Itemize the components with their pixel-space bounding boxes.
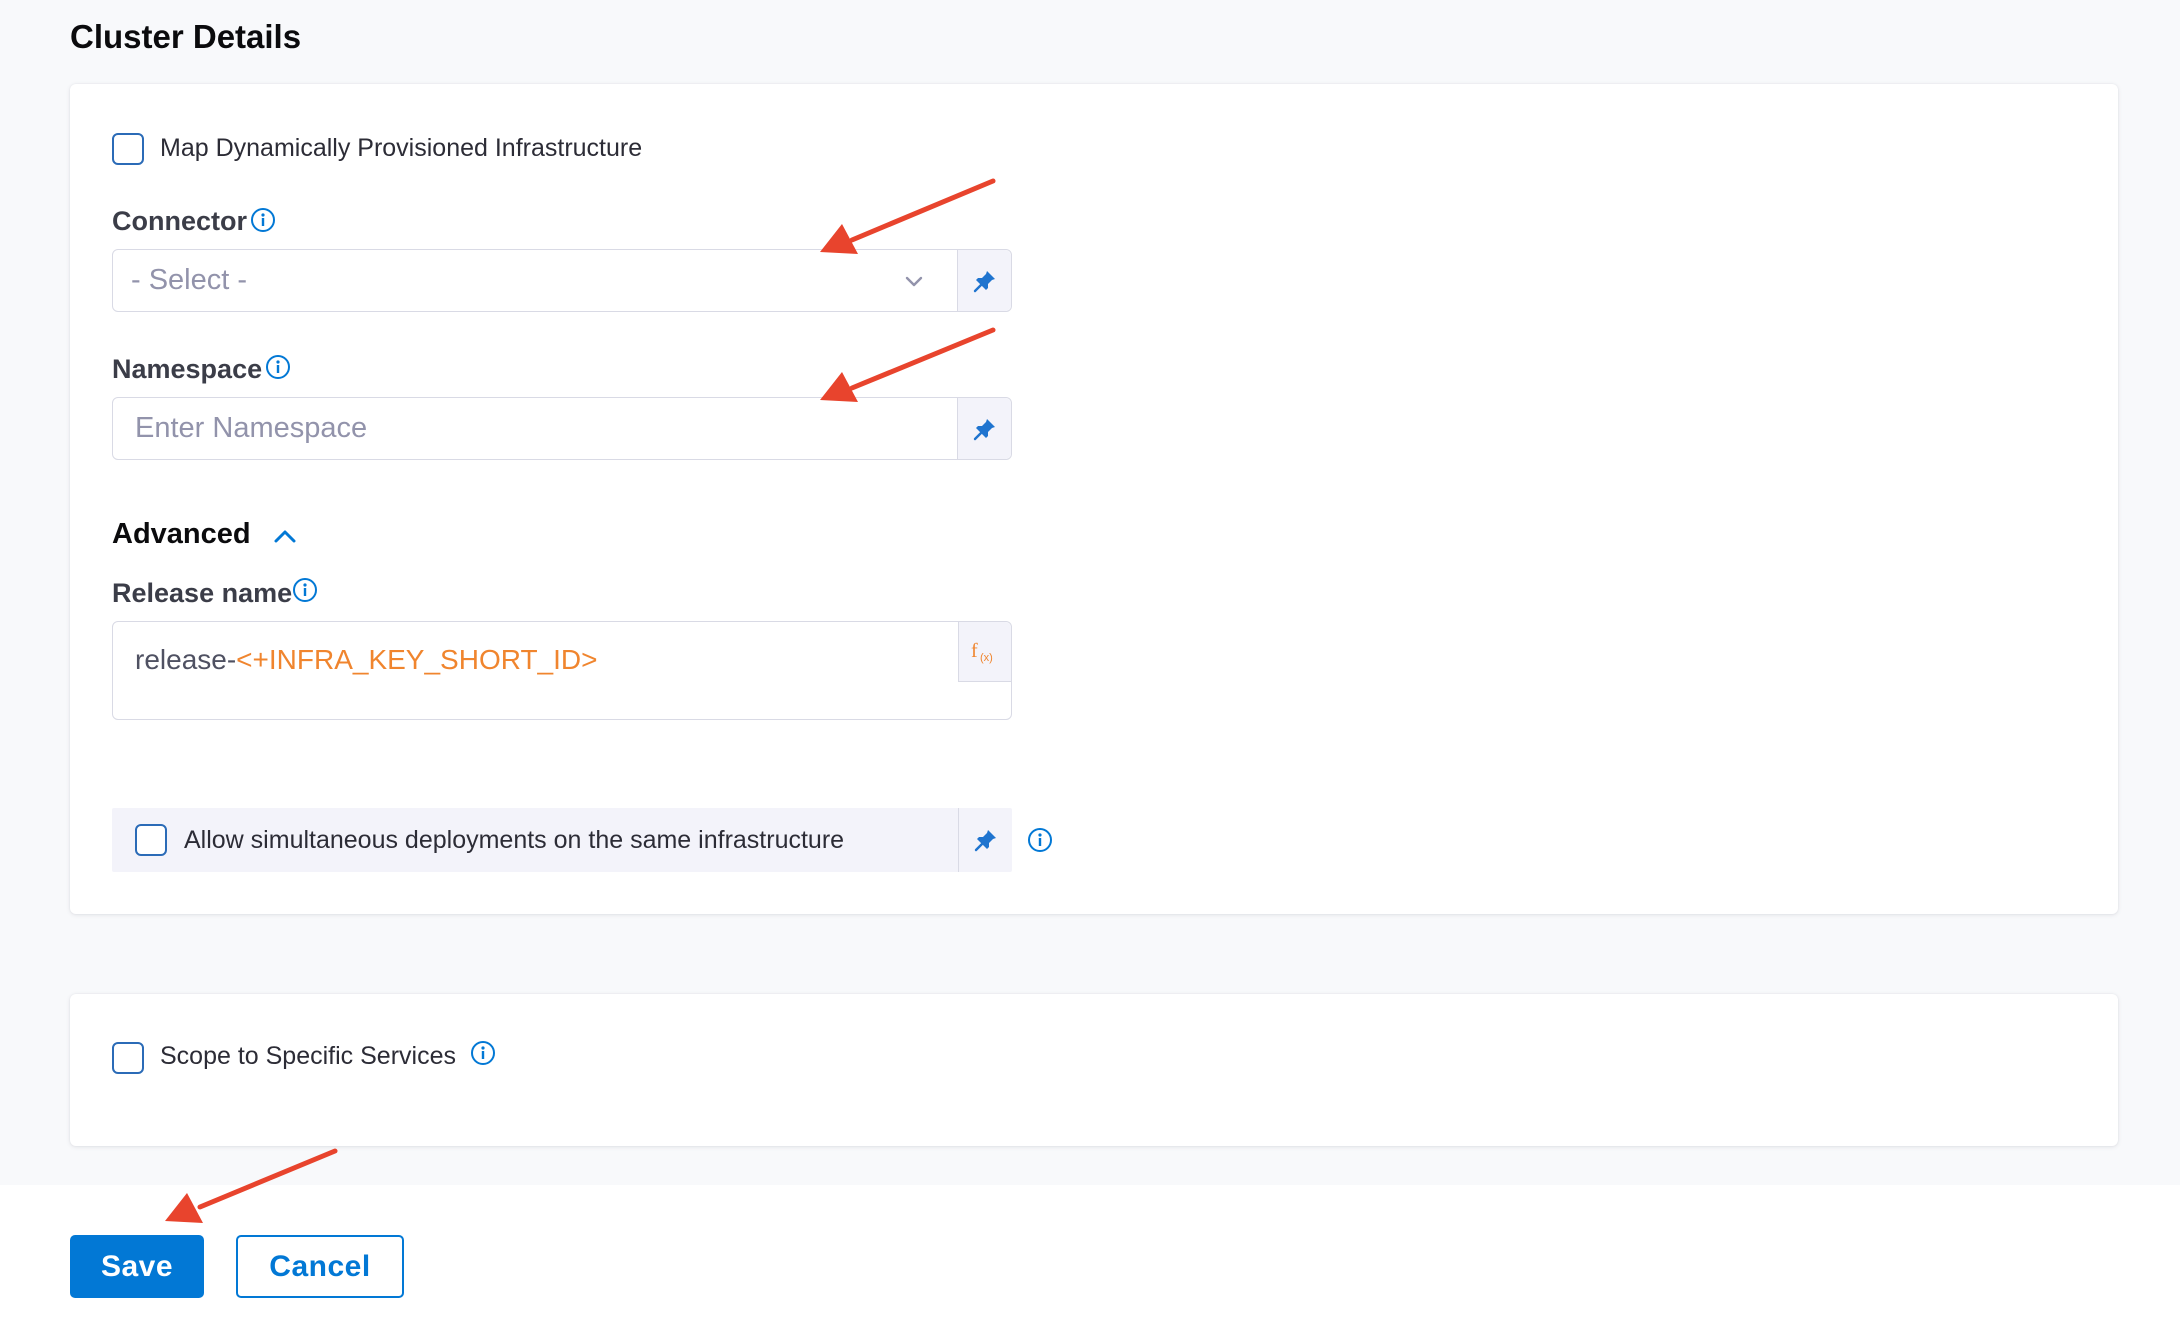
arrow-to-connector xyxy=(820,178,996,254)
annotation-arrows xyxy=(165,178,996,1223)
arrow-to-save xyxy=(165,1148,338,1223)
arrow-to-namespace xyxy=(820,327,996,402)
